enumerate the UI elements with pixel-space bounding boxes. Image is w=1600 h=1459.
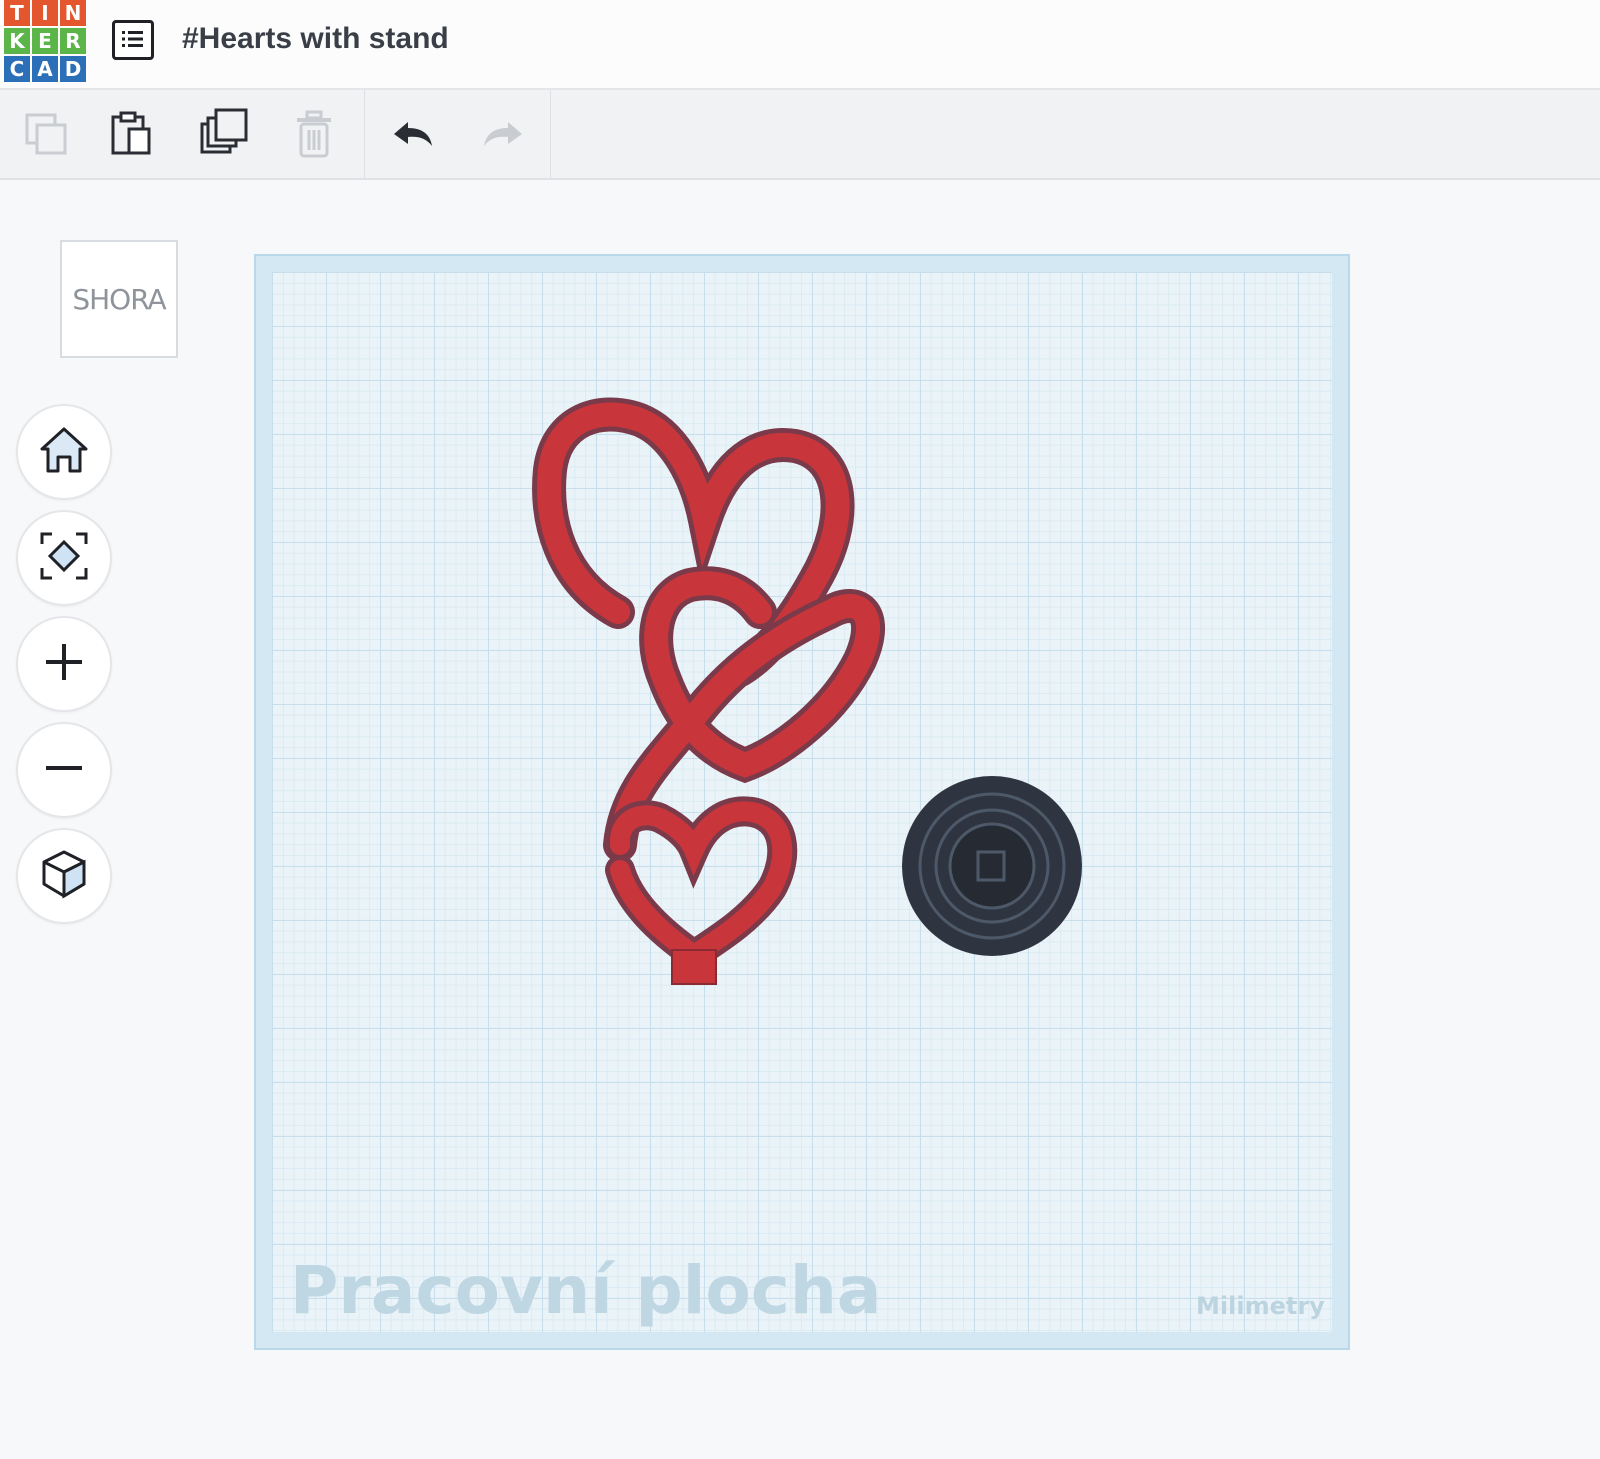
undo-icon[interactable] bbox=[386, 106, 442, 162]
perspective-button[interactable] bbox=[16, 828, 112, 924]
toolbar-divider bbox=[364, 90, 365, 178]
zoom-out-button[interactable] bbox=[16, 722, 112, 818]
zoom-in-icon bbox=[42, 640, 86, 689]
paste-icon[interactable] bbox=[104, 106, 160, 162]
zoom-in-button[interactable] bbox=[16, 616, 112, 712]
duplicate-icon[interactable] bbox=[196, 106, 252, 162]
view-cube-top[interactable]: SHORA bbox=[60, 240, 178, 358]
logo-letter: D bbox=[60, 56, 86, 82]
copy-icon[interactable] bbox=[18, 106, 74, 162]
home-view-button[interactable] bbox=[16, 404, 112, 500]
edit-toolbar bbox=[0, 90, 1600, 180]
logo-letter: N bbox=[60, 0, 86, 26]
logo-letter: A bbox=[32, 56, 58, 82]
perspective-cube-icon bbox=[38, 848, 90, 905]
delete-icon[interactable] bbox=[286, 106, 342, 162]
logo-letter: T bbox=[4, 0, 30, 26]
fit-view-icon bbox=[38, 530, 90, 587]
workplane-label: Pracovní plocha bbox=[290, 1252, 882, 1329]
top-header: TIN KER CAD #Hearts with stand bbox=[0, 0, 1600, 90]
logo-letter: R bbox=[60, 28, 86, 54]
logo-letter: I bbox=[32, 0, 58, 26]
toolbar-divider bbox=[550, 90, 551, 178]
redo-icon[interactable] bbox=[474, 106, 530, 162]
units-label[interactable]: Milimetry bbox=[1196, 1292, 1325, 1320]
tinkercad-logo[interactable]: TIN KER CAD bbox=[4, 0, 88, 84]
logo-letter: K bbox=[4, 28, 30, 54]
design-title[interactable]: #Hearts with stand bbox=[182, 22, 449, 56]
workplane[interactable] bbox=[254, 254, 1350, 1350]
design-list-icon[interactable] bbox=[112, 20, 154, 60]
logo-letter: E bbox=[32, 28, 58, 54]
zoom-out-icon bbox=[42, 746, 86, 795]
logo-letter: C bbox=[4, 56, 30, 82]
home-icon bbox=[38, 425, 90, 480]
fit-view-button[interactable] bbox=[16, 510, 112, 606]
